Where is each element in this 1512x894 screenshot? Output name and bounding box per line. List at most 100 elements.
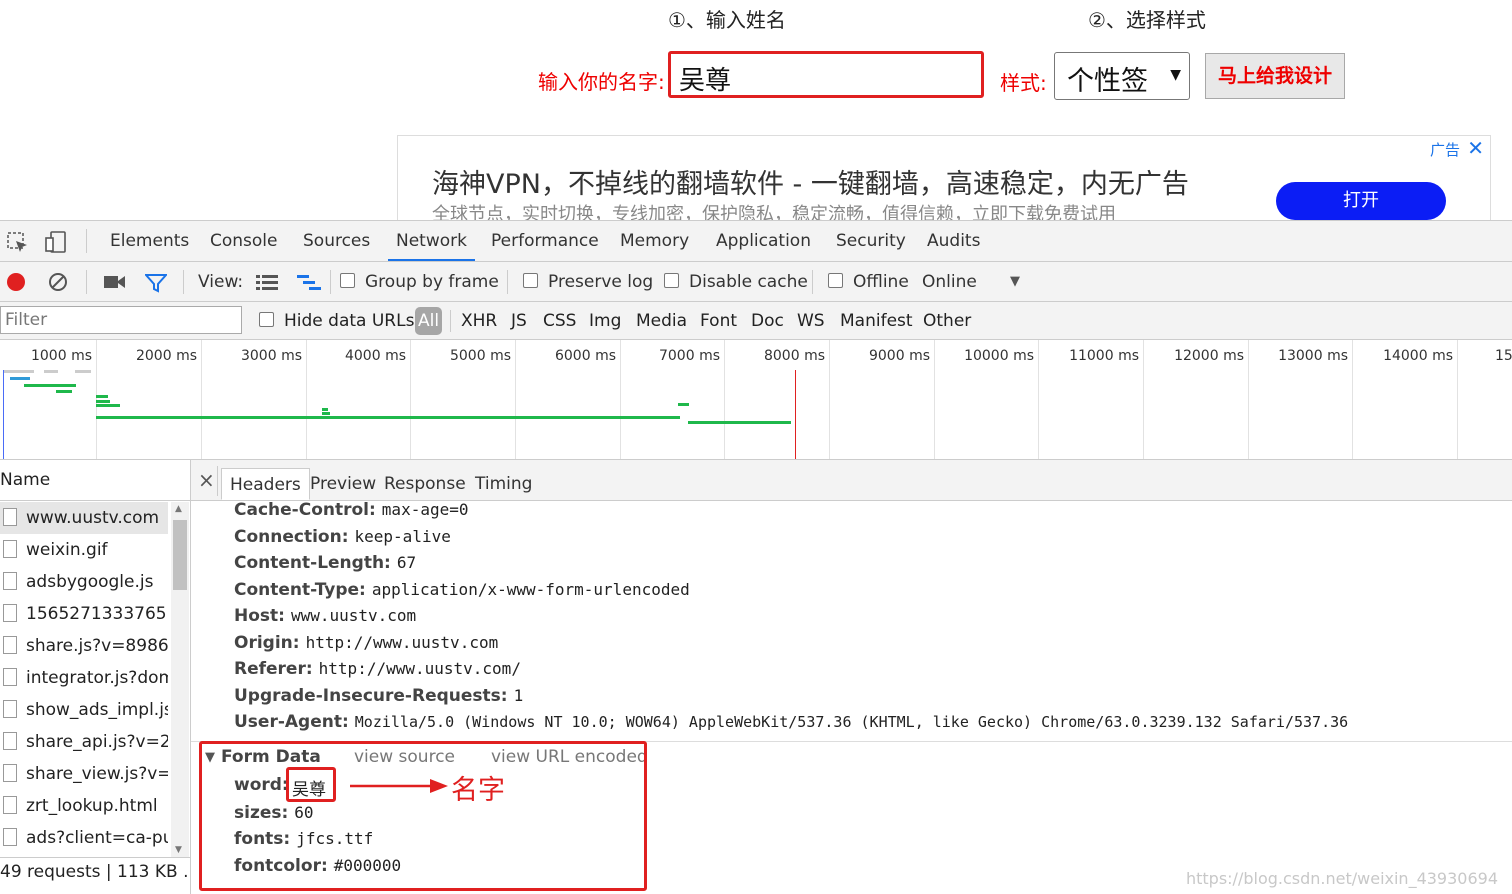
request-name: ads?client=ca-pu...	[26, 828, 168, 848]
header-key: Upgrade-Insecure-Requests:	[234, 686, 508, 706]
request-name: www.uustv.com	[26, 508, 160, 528]
divider	[330, 270, 331, 294]
dom-content-loaded-line	[3, 370, 4, 459]
header-row: User-Agent: Mozilla/5.0 (Windows NT 10.0;…	[234, 712, 1348, 732]
image-file-icon	[3, 540, 17, 558]
divider	[217, 466, 218, 496]
divider	[507, 270, 508, 294]
timeline-tick: 9000 ms	[830, 340, 935, 459]
tab-sources[interactable]: Sources	[303, 221, 370, 261]
ad-title[interactable]: 海神VPN，不掉线的翻墙软件 - 一键翻墙，高速稳定，内无广告	[432, 162, 1189, 201]
request-name: share_view.js?v=3...	[26, 764, 168, 784]
form-data-highlight-box	[199, 741, 647, 891]
network-toolbar: View: Group by frame Preserve log Disabl…	[0, 262, 1512, 302]
ad-banner[interactable]: 广告 ✕ 海神VPN，不掉线的翻墙软件 - 一键翻墙，高速稳定，内无广告 全球节…	[397, 135, 1491, 227]
tab-elements[interactable]: Elements	[110, 221, 189, 261]
offline-checkbox[interactable]: Offline	[828, 262, 909, 302]
clear-icon[interactable]	[48, 272, 68, 292]
request-row[interactable]: ads?client=ca-pu...	[0, 822, 168, 854]
device-toolbar-icon[interactable]	[45, 230, 69, 254]
filter-type-doc[interactable]: Doc	[751, 302, 784, 340]
timeline-tick: 4000 ms	[307, 340, 411, 459]
request-row[interactable]: integrator.js?dom...	[0, 662, 168, 694]
tab-network[interactable]: Network	[388, 221, 475, 261]
close-icon[interactable]: ×	[198, 468, 215, 492]
preserve-log-checkbox[interactable]: Preserve log	[523, 262, 653, 302]
request-row[interactable]: share_view.js?v=3...	[0, 758, 168, 790]
filter-type-other[interactable]: Other	[923, 302, 971, 340]
request-row[interactable]: share_api.js?v=22...	[0, 726, 168, 758]
tab-performance[interactable]: Performance	[491, 221, 599, 261]
filter-type-xhr[interactable]: XHR	[461, 302, 497, 340]
large-rows-icon[interactable]	[256, 273, 278, 291]
request-row[interactable]: www.uustv.com	[0, 502, 168, 534]
tab-audits[interactable]: Audits	[927, 221, 980, 261]
filter-type-media[interactable]: Media	[636, 302, 687, 340]
scroll-down-icon[interactable]: ▼	[175, 845, 182, 855]
design-button[interactable]: 马上给我设计	[1205, 53, 1345, 99]
filter-type-css[interactable]: CSS	[543, 302, 576, 340]
timeline-tick: 12000 ms	[1144, 340, 1249, 459]
filter-type-js[interactable]: JS	[511, 302, 527, 340]
scroll-up-icon[interactable]: ▲	[175, 504, 182, 514]
network-timeline-overview[interactable]: 1000 ms 2000 ms 3000 ms 4000 ms 5000 ms …	[0, 340, 1512, 460]
tab-response[interactable]: Response	[384, 468, 466, 500]
network-summary: 49 requests | 113 KB ...	[0, 857, 190, 894]
style-select[interactable]: 个性签 ▼	[1054, 52, 1190, 100]
header-row: Referer: http://www.uustv.com/	[234, 659, 521, 679]
request-row[interactable]: adsbygoogle.js	[0, 566, 168, 598]
chevron-down-icon[interactable]: ▼	[1010, 262, 1020, 302]
disable-cache-checkbox[interactable]: Disable cache	[664, 262, 808, 302]
name-column-header[interactable]: Name	[0, 460, 190, 501]
inspect-element-icon[interactable]	[7, 232, 29, 254]
filter-type-font[interactable]: Font	[700, 302, 737, 340]
hide-data-urls-checkbox[interactable]: Hide data URLs	[259, 302, 414, 340]
ad-open-button[interactable]: 打开	[1276, 182, 1446, 220]
tab-console[interactable]: Console	[210, 221, 278, 261]
request-row[interactable]: show_ads_impl.js	[0, 694, 168, 726]
scrollbar-thumb[interactable]	[173, 520, 187, 590]
filter-type-all[interactable]: All	[415, 307, 443, 335]
waterfall-bar	[24, 384, 76, 387]
capture-screenshots-icon[interactable]	[104, 274, 126, 290]
request-row[interactable]: share.js?v=89860...	[0, 630, 168, 662]
waterfall-overview-icon[interactable]	[297, 273, 321, 291]
waterfall-bar	[10, 377, 30, 380]
tab-timing[interactable]: Timing	[475, 468, 532, 500]
group-by-frame-checkbox[interactable]: Group by frame	[340, 262, 499, 302]
name-label: 输入你的名字:	[538, 70, 665, 94]
header-row: Upgrade-Insecure-Requests: 1	[234, 686, 523, 706]
checkbox-icon	[523, 273, 538, 288]
request-row[interactable]: zrt_lookup.html	[0, 790, 168, 822]
tab-security[interactable]: Security	[836, 221, 906, 261]
header-value: application/x-www-form-urlencoded	[371, 580, 690, 599]
timeline-tick: 8000 ms	[725, 340, 830, 459]
close-icon[interactable]: ✕	[1467, 136, 1484, 160]
throttling-select[interactable]: Online	[922, 262, 977, 302]
detail-tab-bar: × Headers Preview Response Timing	[191, 460, 1512, 501]
header-value: www.uustv.com	[290, 606, 417, 625]
filter-input[interactable]: Filter	[0, 306, 242, 334]
filter-type-ws[interactable]: WS	[797, 302, 825, 340]
timeline-tick: 1000 ms	[0, 340, 97, 459]
tab-memory[interactable]: Memory	[620, 221, 689, 261]
filter-type-manifest[interactable]: Manifest	[840, 302, 913, 340]
timeline-tick: 10000 ms	[935, 340, 1039, 459]
filter-icon[interactable]	[145, 273, 167, 293]
name-input[interactable]: 吴尊	[668, 51, 984, 98]
annotation-label: 名字	[451, 775, 505, 806]
tab-preview[interactable]: Preview	[310, 468, 376, 500]
header-row: Connection: keep-alive	[234, 527, 451, 547]
request-row[interactable]: 15652713337657...	[0, 598, 168, 630]
request-row[interactable]: weixin.gif	[0, 534, 168, 566]
header-key: User-Agent:	[234, 712, 349, 732]
filter-type-img[interactable]: Img	[589, 302, 621, 340]
timeline-tick: 2000 ms	[97, 340, 202, 459]
request-list-scrollbar[interactable]: ▲ ▼	[171, 502, 189, 857]
waterfall-bar	[75, 370, 91, 373]
tab-headers[interactable]: Headers	[221, 468, 310, 500]
record-icon[interactable]	[6, 272, 26, 292]
tab-application[interactable]: Application	[716, 221, 811, 261]
request-name: show_ads_impl.js	[26, 700, 168, 720]
waterfall-bar	[96, 416, 680, 419]
